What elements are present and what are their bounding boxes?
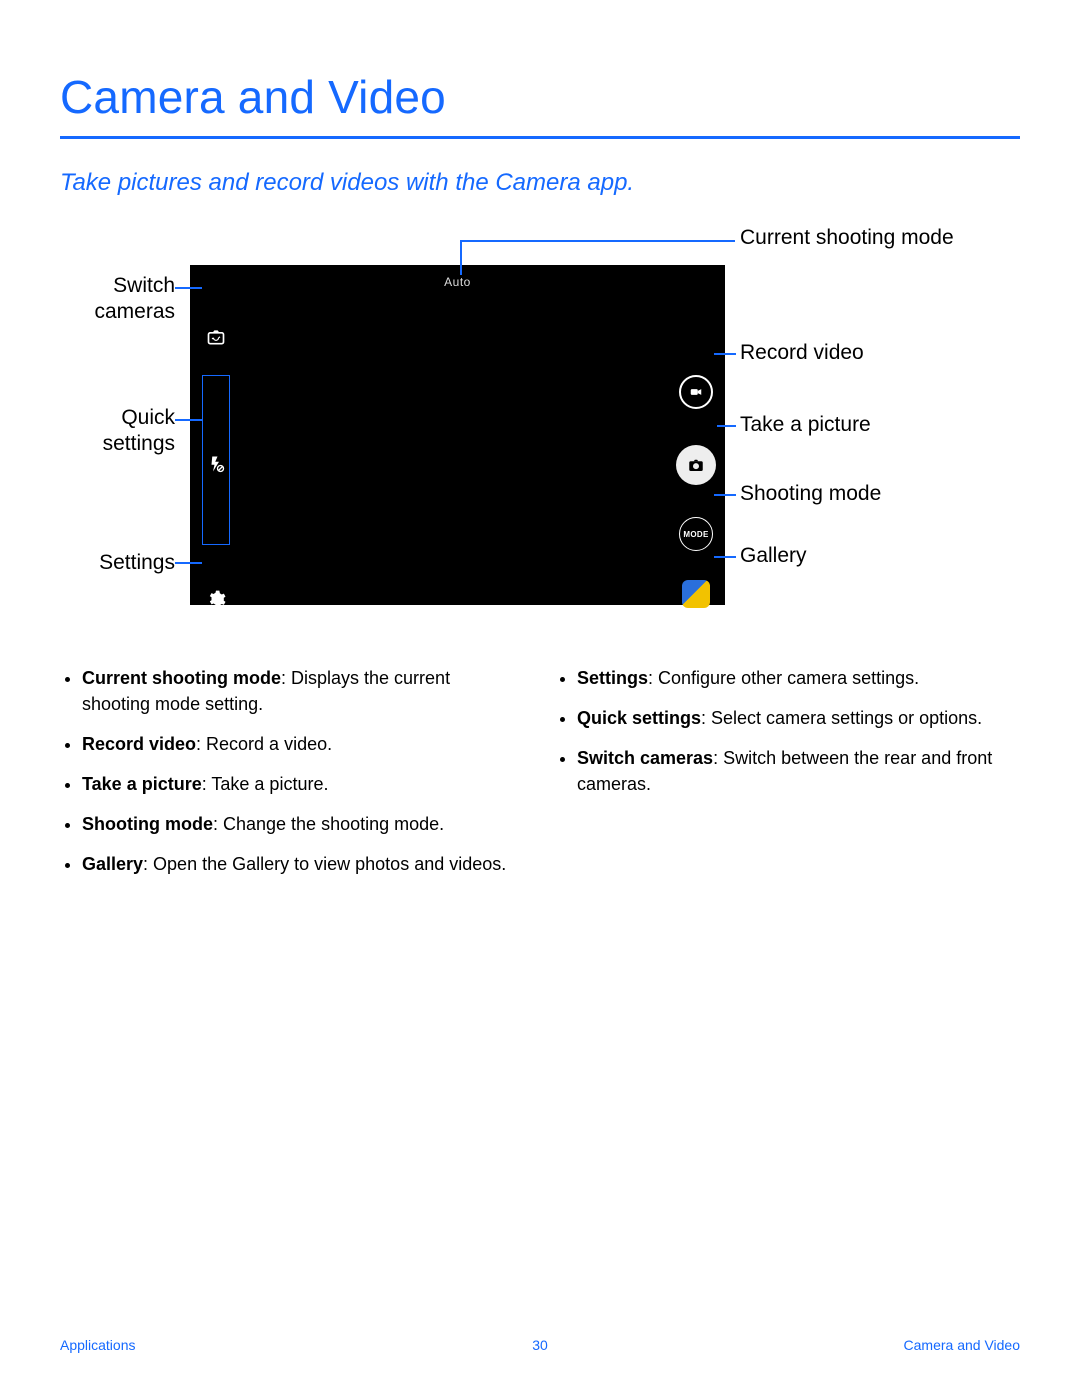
manual-page: Camera and Video Take pictures and recor… (0, 0, 1080, 1397)
page-title: Camera and Video (60, 70, 1020, 124)
settings-gear-icon[interactable] (202, 585, 230, 613)
leader-line (714, 353, 736, 355)
bullet-item: Take a picture: Take a picture. (82, 771, 515, 797)
shooting-mode-label: Auto (444, 275, 471, 289)
camera-viewer: Auto (190, 265, 725, 605)
leader-line (175, 287, 202, 289)
callout-shooting-mode: Shooting mode (740, 481, 960, 507)
bullet-item: Record video: Record a video. (82, 731, 515, 757)
leader-line (714, 556, 736, 558)
callout-current-mode: Current shooting mode (740, 225, 960, 251)
bullet-item: Quick settings: Select camera settings o… (577, 705, 1010, 731)
bullet-item: Gallery: Open the Gallery to view photos… (82, 851, 515, 877)
leader-line (175, 419, 202, 421)
page-subtitle: Take pictures and record videos with the… (60, 169, 1020, 197)
flash-off-icon[interactable] (202, 450, 230, 478)
callout-switch-cameras: Switch cameras (60, 273, 175, 326)
switch-camera-icon[interactable] (202, 323, 230, 351)
take-picture-button[interactable] (676, 445, 716, 485)
leader-line (714, 494, 736, 496)
footer-page-number: 30 (60, 1337, 1020, 1353)
record-video-button[interactable] (679, 375, 713, 409)
bullet-column-right: Settings: Configure other camera setting… (555, 665, 1010, 892)
bullet-item: Switch cameras: Switch between the rear … (577, 745, 1010, 797)
callout-record-video: Record video (740, 340, 960, 366)
bullet-item: Current shooting mode: Displays the curr… (82, 665, 515, 717)
leader-line (460, 240, 735, 242)
title-underline (60, 136, 1020, 139)
callout-settings: Settings (60, 550, 175, 576)
leader-line (717, 425, 736, 427)
callout-quick-settings: Quick settings (60, 405, 175, 458)
callout-take-picture: Take a picture (740, 412, 960, 438)
bullet-item: Shooting mode: Change the shooting mode. (82, 811, 515, 837)
camera-diagram: Auto (60, 225, 1020, 625)
callout-gallery: Gallery (740, 543, 960, 569)
leader-line (460, 240, 462, 275)
page-footer: Applications 30 Camera and Video (60, 1337, 1020, 1353)
shooting-mode-button[interactable]: MODE (679, 517, 713, 551)
bullet-item: Settings: Configure other camera setting… (577, 665, 1010, 691)
leader-line (175, 562, 202, 564)
feature-bullets: Current shooting mode: Displays the curr… (60, 665, 1020, 892)
gallery-button[interactable] (682, 580, 710, 608)
bullet-column-left: Current shooting mode: Displays the curr… (60, 665, 515, 892)
